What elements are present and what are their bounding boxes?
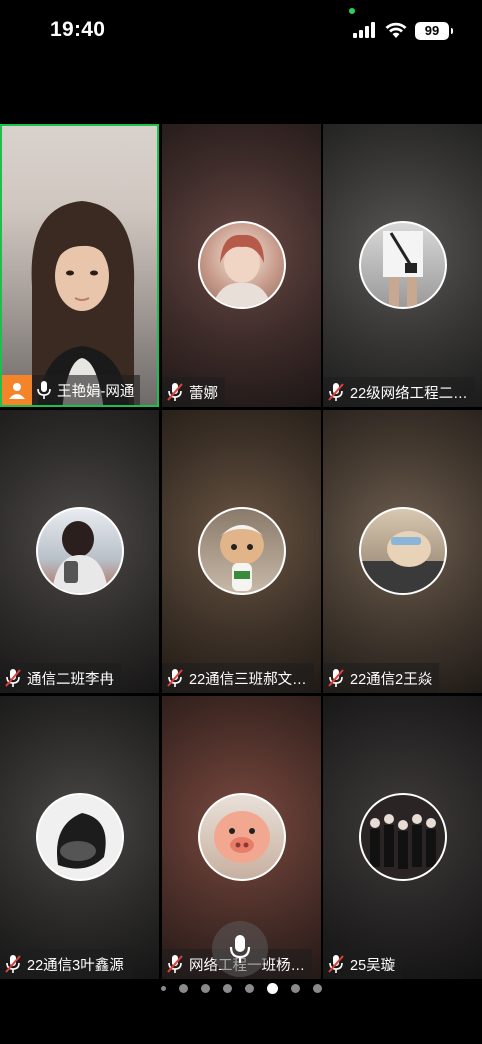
camera-indicator-icon [349,8,355,14]
participant-tile[interactable]: 22通信三班郝文… [162,410,321,693]
microphone-muted-icon [167,669,183,687]
participant-avatar [359,793,447,881]
page-dot[interactable] [312,983,322,993]
participant-name-label: 22级网络工程二… [323,377,475,407]
participant-name-label: 22通信3叶鑫源 [0,949,131,979]
participant-tile[interactable]: 蕾娜 [162,124,321,407]
participant-tile[interactable]: 22级网络工程二… [323,124,482,407]
participant-name: 22通信三班郝文… [189,671,307,688]
self-name-label: 王艳娟-网通 [2,375,141,405]
participant-name-label: 22通信三班郝文… [162,663,314,693]
participant-name: 22级网络工程二… [350,385,468,402]
video-grid: 王艳娟-网通 蕾娜 22级网络工程二… 通信二班李冉 22通信三班郝文… 22通… [0,124,482,979]
participant-avatar [359,507,447,595]
host-badge-icon [2,375,32,405]
self-name: 王艳娟-网通 [57,383,135,400]
page-dot[interactable] [200,983,210,993]
battery-icon: 99 [415,22,453,40]
participant-name-label: 22通信2王焱 [323,663,440,693]
participant-name: 22通信3叶鑫源 [27,957,124,974]
participant-avatar [198,793,286,881]
microphone-muted-icon [167,383,183,401]
self-video-person [31,201,135,405]
self-video-tile[interactable]: 王艳娟-网通 [0,124,159,407]
microphone-muted-icon [328,669,344,687]
participant-tile[interactable]: 25吴璇 [323,696,482,979]
page-dot[interactable] [290,983,300,993]
participant-avatar [198,507,286,595]
microphone-muted-icon [328,955,344,973]
cellular-signal-icon [353,22,377,38]
page-dot-active[interactable] [266,982,278,994]
wifi-icon [385,22,407,38]
page-dot[interactable] [178,983,188,993]
participant-avatar [36,793,124,881]
participant-name: 蕾娜 [189,385,218,402]
floating-microphone-button[interactable] [212,921,268,977]
microphone-muted-icon [5,955,21,973]
page-dot[interactable] [222,983,232,993]
participant-name: 25吴璇 [350,957,396,974]
participant-tile[interactable]: 通信二班李冉 [0,410,159,693]
microphone-icon [37,381,51,399]
participant-tile[interactable]: 22通信3叶鑫源 [0,696,159,979]
participant-avatar [36,507,124,595]
microphone-muted-icon [5,669,21,687]
participant-name-label: 25吴璇 [323,949,403,979]
participant-tile[interactable]: 22通信2王焱 [323,410,482,693]
participant-name: 22通信2王焱 [350,671,433,688]
participant-avatar [359,221,447,309]
participant-name: 通信二班李冉 [27,671,114,688]
status-time: 19:40 [50,18,106,41]
microphone-muted-icon [328,383,344,401]
page-indicator[interactable] [0,980,482,996]
page-dot[interactable] [160,985,166,991]
participant-avatar [198,221,286,309]
status-bar: 19:40 99 [0,0,482,62]
page-dot[interactable] [244,983,254,993]
microphone-muted-icon [167,955,183,973]
microphone-icon [229,935,251,963]
participant-name-label: 通信二班李冉 [0,663,121,693]
participant-name-label: 蕾娜 [162,377,225,407]
